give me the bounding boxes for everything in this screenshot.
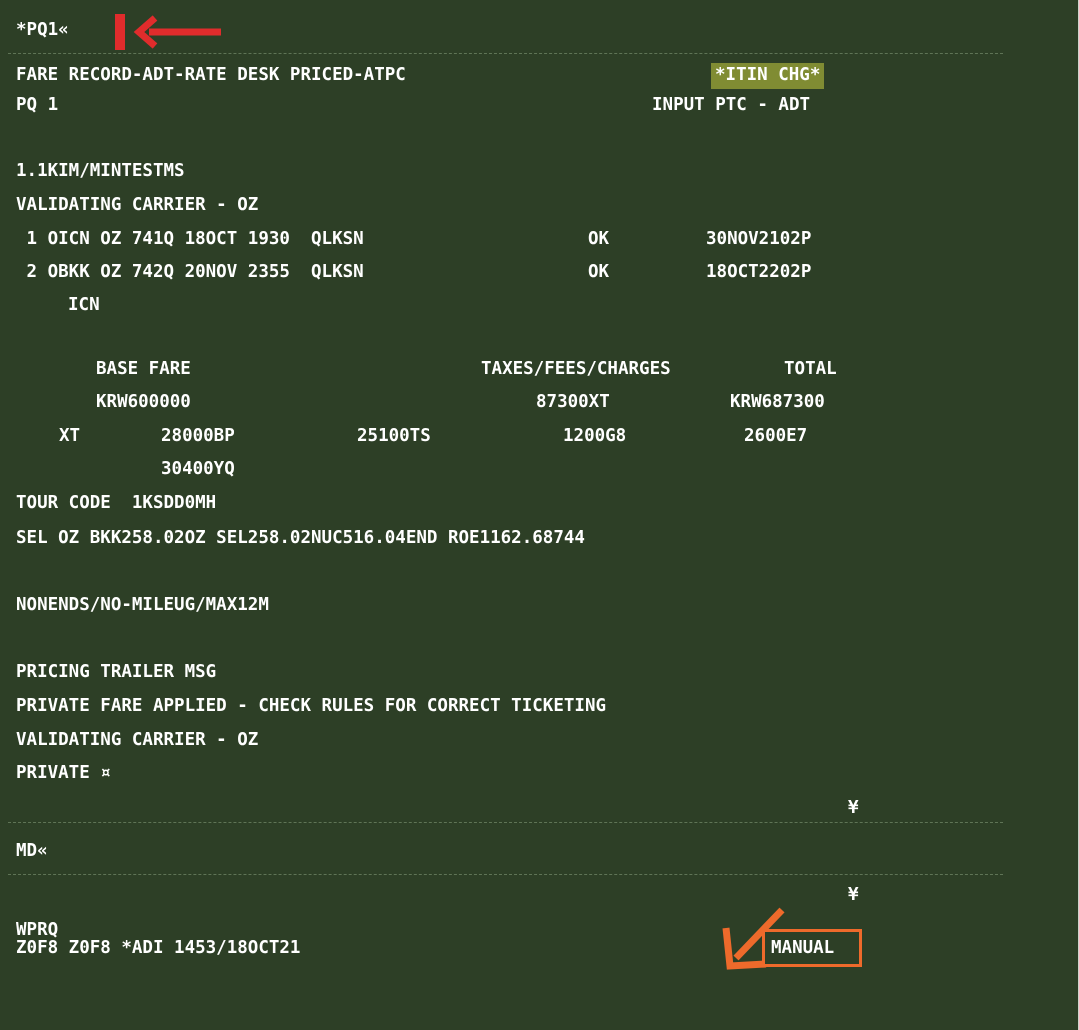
command-line-md: MD«: [16, 841, 48, 861]
base-fare-label: BASE FARE: [96, 359, 191, 379]
total-value: KRW687300: [730, 392, 825, 412]
segment-2-status: OK: [588, 262, 610, 282]
red-marker-bar: [115, 14, 125, 50]
base-fare-value: KRW600000: [96, 392, 191, 412]
price-quote-number: PQ 1: [16, 95, 59, 115]
red-arrow-left-icon: [133, 15, 221, 49]
itin-change-flag: *ITIN CHG*: [711, 63, 825, 89]
separator-line: [8, 874, 1003, 875]
segment-1-status: OK: [588, 229, 610, 249]
end-of-message-marker: ¥: [848, 798, 859, 818]
fare-calculation: SEL OZ BKK258.02OZ SEL258.02NUC516.04END…: [16, 528, 585, 548]
separator-line: [8, 53, 1003, 54]
tax-breakdown-label: XT: [59, 426, 81, 446]
private-fare-message: PRIVATE FARE APPLIED - CHECK RULES FOR C…: [16, 696, 607, 716]
validating-carrier: VALIDATING CARRIER - OZ: [16, 195, 259, 215]
tax-yq: 30400YQ: [161, 459, 235, 479]
total-label: TOTAL: [784, 359, 837, 379]
tour-code: TOUR CODE 1KSDD0MH: [16, 493, 217, 513]
input-ptc: INPUT PTC - ADT: [652, 95, 811, 115]
manual-indicator: MANUAL: [771, 938, 835, 958]
fare-record-header: FARE RECORD-ADT-RATE DESK PRICED-ATPC: [16, 65, 406, 85]
agent-stamp: Z0F8 Z0F8 *ADI 1453/18OCT21: [16, 938, 301, 958]
taxes-label: TAXES/FEES/CHARGES: [481, 359, 671, 379]
segment-1-fare-basis-date: 30NOV2102P: [706, 229, 812, 249]
taxes-value: 87300XT: [536, 392, 610, 412]
passenger-name: 1.1KIM/MINTESTMS: [16, 161, 185, 181]
command-line-pq1: *PQ1«: [16, 20, 69, 40]
tax-bp: 28000BP: [161, 426, 235, 446]
segment-2: 2 OBKK OZ 742Q 20NOV 2355 QLKSN: [16, 262, 364, 282]
tax-e7: 2600E7: [744, 426, 808, 446]
terminal-screen[interactable]: *PQ1« FARE RECORD-ADT-RATE DESK PRICED-A…: [0, 0, 1079, 1030]
pricing-trailer-heading: PRICING TRAILER MSG: [16, 662, 217, 682]
end-of-message-marker: ¥: [848, 885, 859, 905]
private-indicator: PRIVATE ¤: [16, 763, 111, 783]
validating-carrier-trailer: VALIDATING CARRIER - OZ: [16, 730, 259, 750]
tax-g8: 1200G8: [563, 426, 627, 446]
tax-ts: 25100TS: [357, 426, 431, 446]
endorsements: NONENDS/NO-MILEUG/MAX12M: [16, 595, 269, 615]
separator-line: [8, 822, 1003, 823]
segment-1: 1 OICN OZ 741Q 18OCT 1930 QLKSN: [16, 229, 364, 249]
segment-2-fare-basis-date: 18OCT2202P: [706, 262, 812, 282]
segment-destination: ICN: [68, 295, 100, 315]
